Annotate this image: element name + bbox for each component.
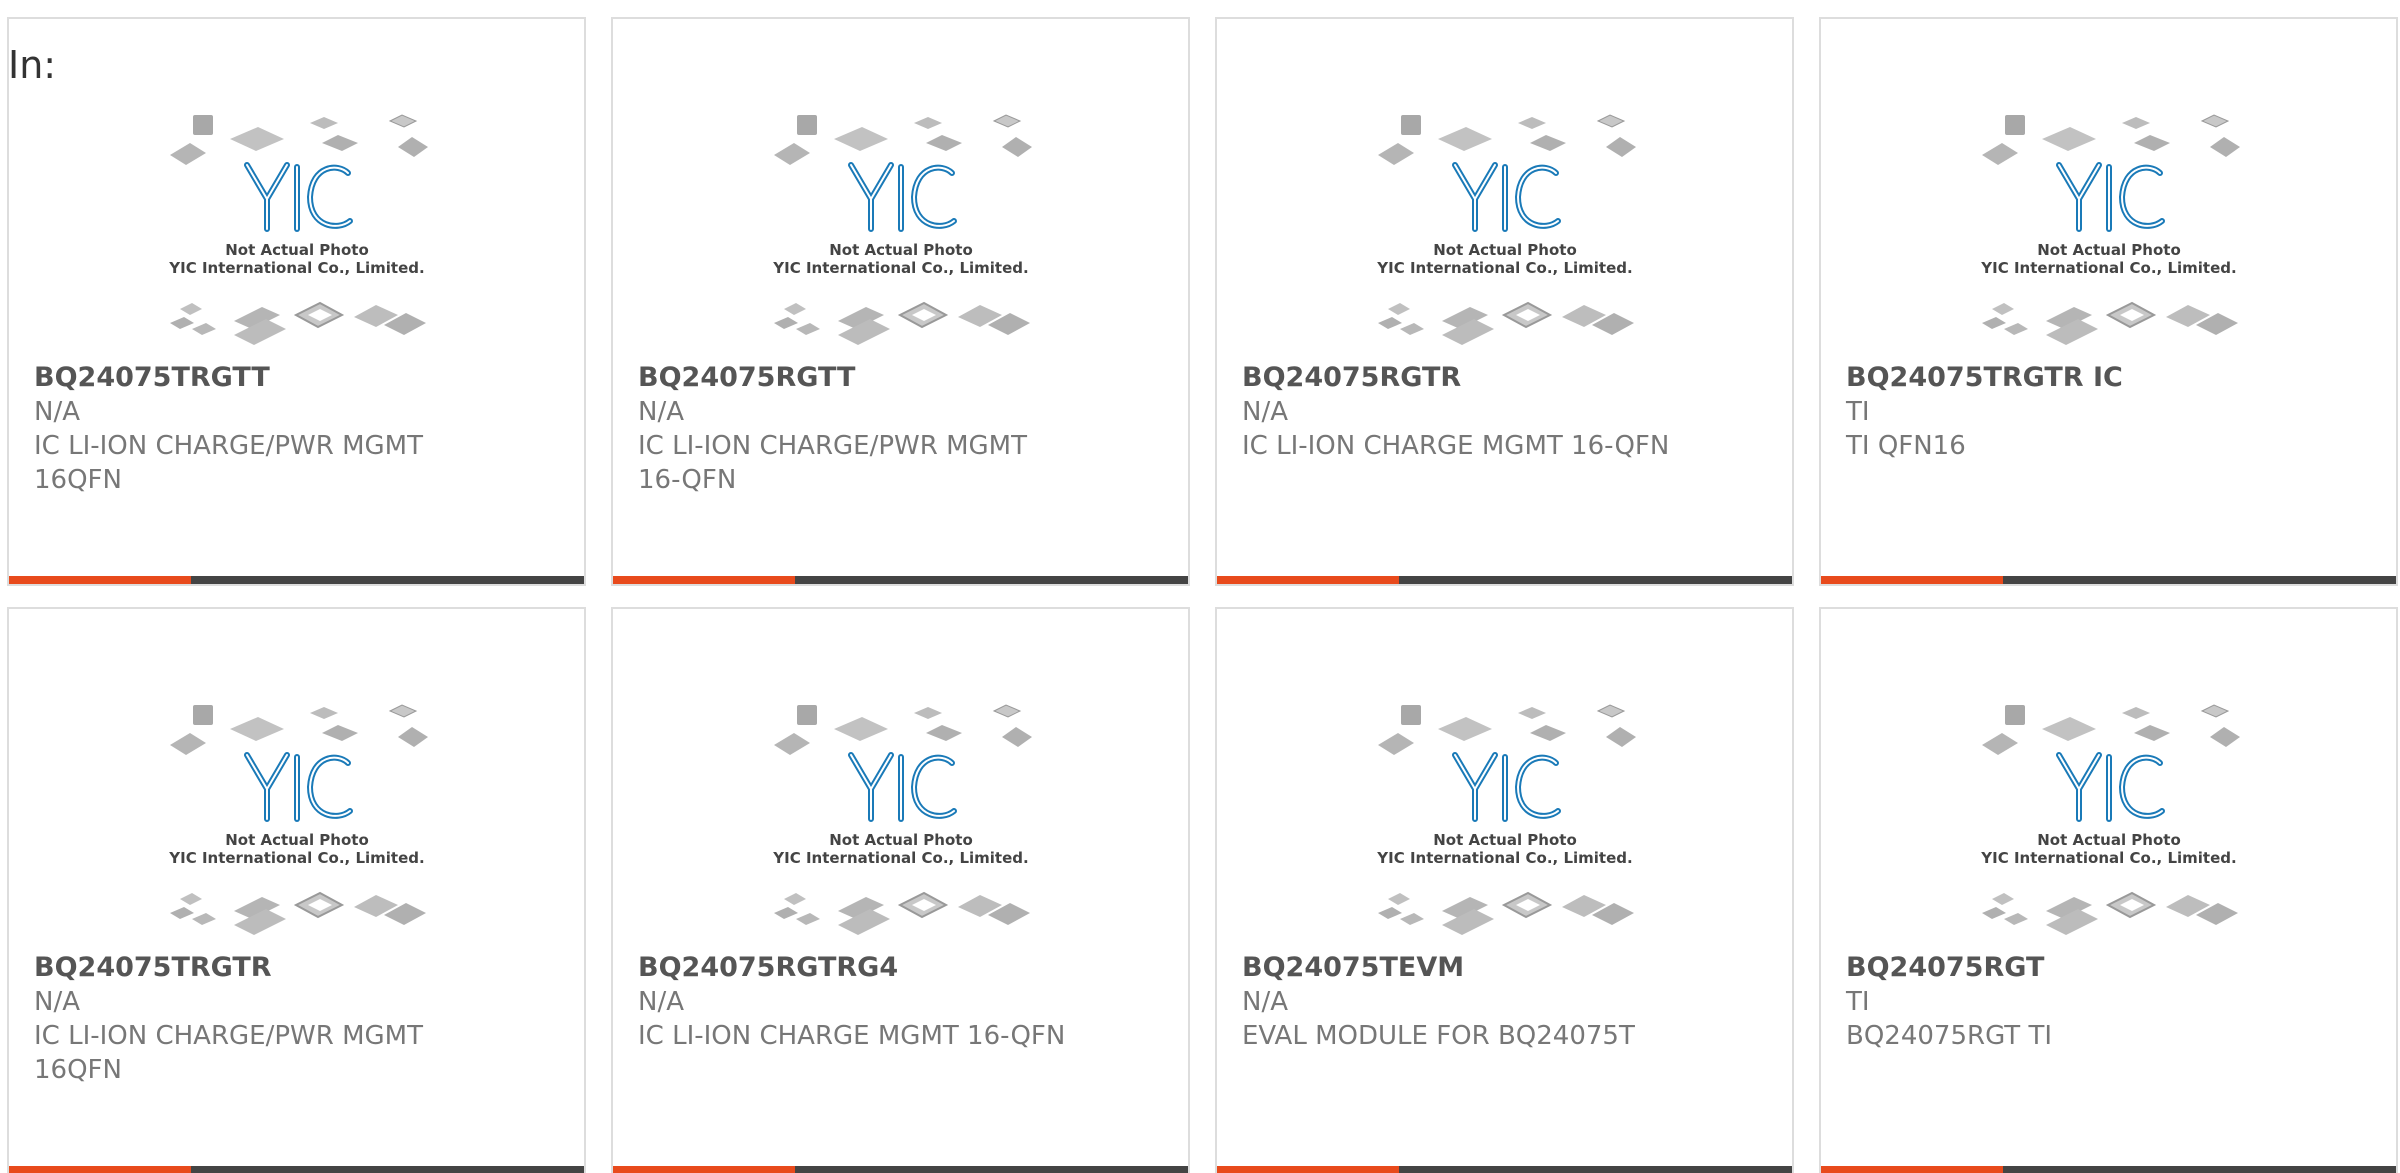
manufacturer: N/A	[1242, 987, 1288, 1017]
card-accent-bar	[1821, 576, 2003, 584]
manufacturer: N/A	[1242, 397, 1288, 427]
manufacturer: TI	[1846, 987, 1870, 1017]
page: In: Not Actual Photo YIC International C…	[0, 0, 2400, 1173]
product-description: EVAL MODULE FOR BQ24075T	[1242, 1021, 1635, 1051]
filter-label: In:	[8, 43, 57, 87]
product-card[interactable]: Not Actual Photo YIC International Co., …	[1215, 607, 1794, 1173]
yic-logo	[243, 162, 353, 232]
placeholder-text-line1: Not Actual Photo	[225, 241, 369, 259]
product-description: IC LI-ION CHARGE/PWR MGMT 16-QFN	[638, 431, 1027, 495]
product-description: TI QFN16	[1846, 431, 1966, 461]
card-bottom-bar	[9, 576, 584, 584]
yic-logo	[847, 752, 957, 822]
part-number[interactable]: BQ24075RGTT	[638, 361, 1068, 395]
yic-logo	[1451, 752, 1561, 822]
yic-logo	[243, 752, 353, 822]
yic-logo	[847, 162, 957, 232]
placeholder-text-line2: YIC International Co., Limited.	[168, 259, 424, 277]
placeholder-text-line2: YIC International Co., Limited.	[168, 849, 424, 867]
product-info: BQ24075RGTRG4 N/A IC LI-ION CHARGE MGMT …	[638, 951, 1068, 1053]
product-card[interactable]: Not Actual Photo YIC International Co., …	[7, 17, 586, 586]
product-description: IC LI-ION CHARGE MGMT 16-QFN	[638, 1021, 1066, 1051]
product-card[interactable]: Not Actual Photo YIC International Co., …	[1819, 607, 2398, 1173]
product-info: BQ24075TRGTR IC TI TI QFN16	[1846, 361, 2276, 463]
part-number[interactable]: BQ24075TRGTR IC	[1846, 361, 2276, 395]
manufacturer: N/A	[638, 397, 684, 427]
product-info: BQ24075RGT TI BQ24075RGT TI	[1846, 951, 2276, 1053]
placeholder-text-line2: YIC International Co., Limited.	[1980, 849, 2236, 867]
product-description: BQ24075RGT TI	[1846, 1021, 2052, 1051]
placeholder-text-line1: Not Actual Photo	[225, 831, 369, 849]
part-number[interactable]: BQ24075TRGTT	[34, 361, 464, 395]
part-number[interactable]: BQ24075TEVM	[1242, 951, 1672, 985]
product-card[interactable]: Not Actual Photo YIC International Co., …	[1819, 17, 2398, 586]
card-bottom-bar	[1821, 576, 2396, 584]
card-accent-bar	[1217, 1166, 1399, 1173]
card-accent-bar	[613, 576, 795, 584]
product-card[interactable]: Not Actual Photo YIC International Co., …	[611, 607, 1190, 1173]
card-bottom-bar	[1821, 1166, 2396, 1173]
card-accent-bar	[9, 1166, 191, 1173]
part-number[interactable]: BQ24075RGTRG4	[638, 951, 1068, 985]
manufacturer: N/A	[34, 987, 80, 1017]
placeholder-text-line2: YIC International Co., Limited.	[1980, 259, 2236, 277]
placeholder-text-line1: Not Actual Photo	[1433, 241, 1577, 259]
product-placeholder-image: Not Actual Photo YIC International Co., …	[772, 704, 1032, 935]
part-number[interactable]: BQ24075RGTR	[1242, 361, 1672, 395]
product-info: BQ24075RGTT N/A IC LI-ION CHARGE/PWR MGM…	[638, 361, 1068, 497]
part-number[interactable]: BQ24075TRGTR	[34, 951, 464, 985]
product-placeholder-image: Not Actual Photo YIC International Co., …	[1376, 114, 1636, 345]
card-accent-bar	[9, 576, 191, 584]
product-card[interactable]: Not Actual Photo YIC International Co., …	[1215, 17, 1794, 586]
card-bottom-bar	[1217, 1166, 1792, 1173]
yic-logo	[2055, 752, 2165, 822]
card-bottom-bar	[1217, 576, 1792, 584]
product-card[interactable]: Not Actual Photo YIC International Co., …	[7, 607, 586, 1173]
product-placeholder-image: Not Actual Photo YIC International Co., …	[772, 114, 1032, 345]
yic-logo	[1451, 162, 1561, 232]
placeholder-text-line1: Not Actual Photo	[829, 241, 973, 259]
product-description: IC LI-ION CHARGE/PWR MGMT 16QFN	[34, 431, 423, 495]
manufacturer: N/A	[34, 397, 80, 427]
product-grid: Not Actual Photo YIC International Co., …	[7, 17, 2398, 1173]
card-accent-bar	[1821, 1166, 2003, 1173]
product-info: BQ24075RGTR N/A IC LI-ION CHARGE MGMT 16…	[1242, 361, 1672, 463]
product-info: BQ24075TRGTT N/A IC LI-ION CHARGE/PWR MG…	[34, 361, 464, 497]
placeholder-text-line1: Not Actual Photo	[2037, 831, 2181, 849]
product-placeholder-image: Not Actual Photo YIC International Co., …	[1376, 704, 1636, 935]
manufacturer: TI	[1846, 397, 1870, 427]
placeholder-text-line2: YIC International Co., Limited.	[772, 259, 1028, 277]
placeholder-text-line1: Not Actual Photo	[1433, 831, 1577, 849]
card-accent-bar	[613, 1166, 795, 1173]
product-placeholder-image: Not Actual Photo YIC International Co., …	[168, 704, 428, 935]
product-description: IC LI-ION CHARGE MGMT 16-QFN	[1242, 431, 1670, 461]
product-info: BQ24075TRGTR N/A IC LI-ION CHARGE/PWR MG…	[34, 951, 464, 1087]
product-info: BQ24075TEVM N/A EVAL MODULE FOR BQ24075T	[1242, 951, 1672, 1053]
card-accent-bar	[1217, 576, 1399, 584]
card-bottom-bar	[9, 1166, 584, 1173]
product-placeholder-image: Not Actual Photo YIC International Co., …	[1980, 704, 2240, 935]
part-number[interactable]: BQ24075RGT	[1846, 951, 2276, 985]
product-card[interactable]: Not Actual Photo YIC International Co., …	[611, 17, 1190, 586]
manufacturer: N/A	[638, 987, 684, 1017]
placeholder-text-line1: Not Actual Photo	[2037, 241, 2181, 259]
product-description: IC LI-ION CHARGE/PWR MGMT 16QFN	[34, 1021, 423, 1085]
card-bottom-bar	[613, 1166, 1188, 1173]
placeholder-text-line2: YIC International Co., Limited.	[1376, 259, 1632, 277]
card-bottom-bar	[613, 576, 1188, 584]
product-placeholder-image: Not Actual Photo YIC International Co., …	[1980, 114, 2240, 345]
placeholder-text-line1: Not Actual Photo	[829, 831, 973, 849]
product-placeholder-image: Not Actual Photo YIC International Co., …	[168, 114, 428, 345]
yic-logo	[2055, 162, 2165, 232]
placeholder-text-line2: YIC International Co., Limited.	[772, 849, 1028, 867]
placeholder-text-line2: YIC International Co., Limited.	[1376, 849, 1632, 867]
